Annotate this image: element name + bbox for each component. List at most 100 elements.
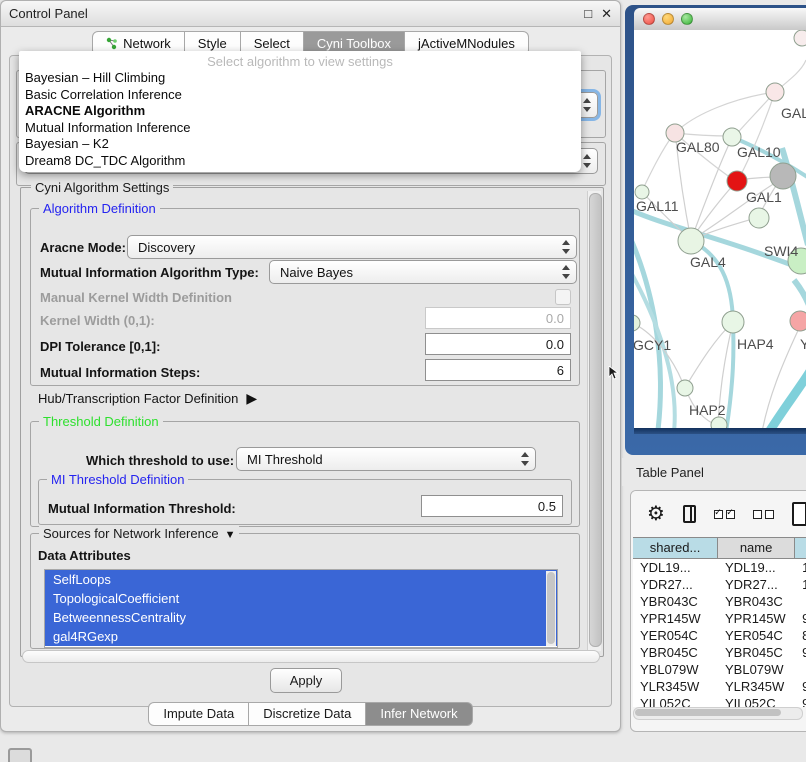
aracne-mode-combobox[interactable]: Discovery: [127, 235, 577, 259]
table-cell: 9.: [795, 644, 806, 661]
table-column-header[interactable]: name: [718, 538, 795, 558]
mi-algorithm-type-label: Mutual Information Algorithm Type:: [40, 265, 259, 280]
close-window-icon[interactable]: ✕: [601, 7, 612, 20]
dropdown-item[interactable]: Bayesian – Hill Climbing: [19, 70, 581, 87]
algorithm-dropdown-popup: Select algorithm to view settings Bayesi…: [19, 51, 581, 172]
table-cell: YIL052C: [633, 695, 718, 707]
network-node-label: GAL1: [746, 189, 782, 205]
table-row[interactable]: YDR27...YDR27...12: [633, 576, 806, 593]
dropdown-item[interactable]: Basic Correlation Inference: [19, 87, 581, 104]
which-threshold-label: Which threshold to use:: [86, 453, 234, 468]
network-node[interactable]: [770, 163, 796, 189]
network-node[interactable]: [749, 208, 769, 228]
apply-button[interactable]: Apply: [270, 668, 342, 693]
algorithm-definition-title: Algorithm Definition: [39, 201, 160, 216]
combo-stepper-icon: [520, 452, 529, 466]
tab-impute-data[interactable]: Impute Data: [148, 702, 249, 726]
table-cell: [795, 661, 806, 678]
network-edge[interactable]: [642, 135, 673, 191]
cyni-mode-tabbar: Impute DataDiscretize DataInfer Network: [1, 702, 620, 726]
manual-kernel-width-checkbox[interactable]: [555, 289, 571, 305]
hub-definition-toggle[interactable]: Hub/Transcription Factor Definition▶: [38, 390, 257, 407]
table-column-header[interactable]: shared...: [633, 538, 718, 558]
dpi-tolerance-input[interactable]: 0.0: [425, 333, 571, 355]
attribute-list-item[interactable]: BetweennessCentrality: [45, 608, 557, 627]
control-panel-titlebar: Control Panel □ ✕: [1, 1, 620, 27]
network-node-label: GAL80: [676, 139, 720, 155]
dropdown-item[interactable]: Mutual Information Inference: [19, 120, 581, 137]
network-node[interactable]: [711, 417, 727, 428]
table-row[interactable]: YER054CYER054C8.: [633, 627, 806, 644]
dropdown-item[interactable]: ARACNE Algorithm: [19, 103, 581, 120]
table-row[interactable]: YBR045CYBR045C9.: [633, 644, 806, 661]
table-panel-window: ⚙ shared...name YDL19...YDL19...13YDR27.…: [630, 490, 806, 732]
table-cell: YLR345W: [718, 678, 795, 695]
corner-widget-icon[interactable]: [8, 748, 32, 762]
network-canvas[interactable]: GALGAL80GAL10GAL11GAL1SWI4GAL4GCY1HAP4YH…: [634, 30, 806, 428]
select-all-checkboxes-icon[interactable]: [714, 510, 735, 519]
dropdown-item[interactable]: Dream8 DC_TDC Algorithm: [19, 153, 581, 170]
settings-scrollbar[interactable]: [587, 191, 601, 651]
data-attributes-list[interactable]: SelfLoopsTopologicalCoefficientBetweenne…: [44, 569, 558, 648]
dropdown-prompt: Select algorithm to view settings: [19, 51, 581, 70]
network-node[interactable]: [794, 30, 806, 46]
document-icon[interactable]: [792, 502, 806, 526]
network-node[interactable]: [677, 380, 693, 396]
expanded-arrow-icon: ▼: [225, 529, 236, 541]
canvas-bottom-shadow: [634, 428, 806, 434]
table-body: YDL19...YDL19...13YDR27...YDR27...12YBR0…: [633, 559, 806, 707]
table-row[interactable]: YBR043CYBR043C: [633, 593, 806, 610]
network-edge[interactable]: [769, 368, 806, 428]
table-cell: 8.: [795, 627, 806, 644]
mi-algorithm-type-combobox[interactable]: Naive Bayes: [269, 260, 577, 284]
gear-icon[interactable]: ⚙: [647, 504, 665, 524]
network-node[interactable]: [635, 185, 649, 199]
deselect-all-checkboxes-icon[interactable]: [753, 510, 774, 519]
network-node[interactable]: [766, 83, 784, 101]
tab-label: Cyni Toolbox: [317, 36, 391, 51]
network-node[interactable]: [727, 171, 747, 191]
mi-threshold-input[interactable]: 0.5: [421, 495, 563, 517]
attribute-list-item[interactable]: SelfLoops: [45, 570, 557, 589]
table-row[interactable]: YLR345WYLR345W9.: [633, 678, 806, 695]
network-edge[interactable]: [691, 140, 731, 240]
table-cell: 13: [795, 559, 806, 576]
mi-steps-input[interactable]: 6: [425, 359, 571, 381]
network-node[interactable]: [790, 311, 806, 331]
settings-hscrollbar[interactable]: [22, 650, 600, 663]
table-panel-titlebar: Table Panel: [622, 458, 806, 486]
attribute-list-item[interactable]: TopologicalCoefficient: [45, 589, 557, 608]
control-panel-window: Control Panel □ ✕ NetworkStyleSelectCyni…: [0, 0, 621, 732]
network-edge[interactable]: [675, 92, 775, 133]
network-window-titlebar[interactable]: [634, 8, 806, 31]
network-edge[interactable]: [738, 92, 775, 180]
attribute-list-item[interactable]: gal4RGexp: [45, 627, 557, 646]
network-node[interactable]: [634, 315, 640, 331]
table-column-header[interactable]: [795, 538, 806, 558]
minimize-traffic-light[interactable]: [662, 13, 674, 25]
table-row[interactable]: YBL079WYBL079W: [633, 661, 806, 678]
zoom-traffic-light[interactable]: [681, 13, 693, 25]
tab-discretize-data[interactable]: Discretize Data: [249, 702, 366, 726]
float-window-icon[interactable]: □: [584, 7, 592, 20]
dropdown-item[interactable]: Bayesian – K2: [19, 136, 581, 153]
which-threshold-combobox[interactable]: MI Threshold: [236, 447, 536, 471]
table-row[interactable]: YPR145WYPR145W9.: [633, 610, 806, 627]
sources-group-title[interactable]: Sources for Network Inference▼: [39, 526, 239, 541]
columns-icon[interactable]: [683, 505, 696, 523]
mi-steps-label: Mutual Information Steps:: [40, 365, 200, 380]
table-row[interactable]: YDL19...YDL19...13: [633, 559, 806, 576]
table-cell: YBR045C: [633, 644, 718, 661]
tab-infer-network[interactable]: Infer Network: [366, 702, 472, 726]
network-graph: GALGAL80GAL10GAL11GAL1SWI4GAL4GCY1HAP4YH…: [634, 30, 806, 428]
settings-scrollbar-thumb[interactable]: [589, 193, 602, 647]
cyni-toolbox-panel: gal-filtered sif default node Select alg…: [9, 55, 612, 707]
table-hscrollbar[interactable]: [633, 707, 803, 720]
table-row[interactable]: YIL052CYIL052C9: [633, 695, 806, 707]
kernel-width-input[interactable]: 0.0: [425, 307, 571, 329]
network-node[interactable]: [722, 311, 744, 333]
attributes-scrollbar[interactable]: [546, 571, 556, 646]
network-node[interactable]: [678, 228, 704, 254]
collapsed-arrow-icon: ▶: [246, 390, 257, 407]
close-traffic-light[interactable]: [643, 13, 655, 25]
